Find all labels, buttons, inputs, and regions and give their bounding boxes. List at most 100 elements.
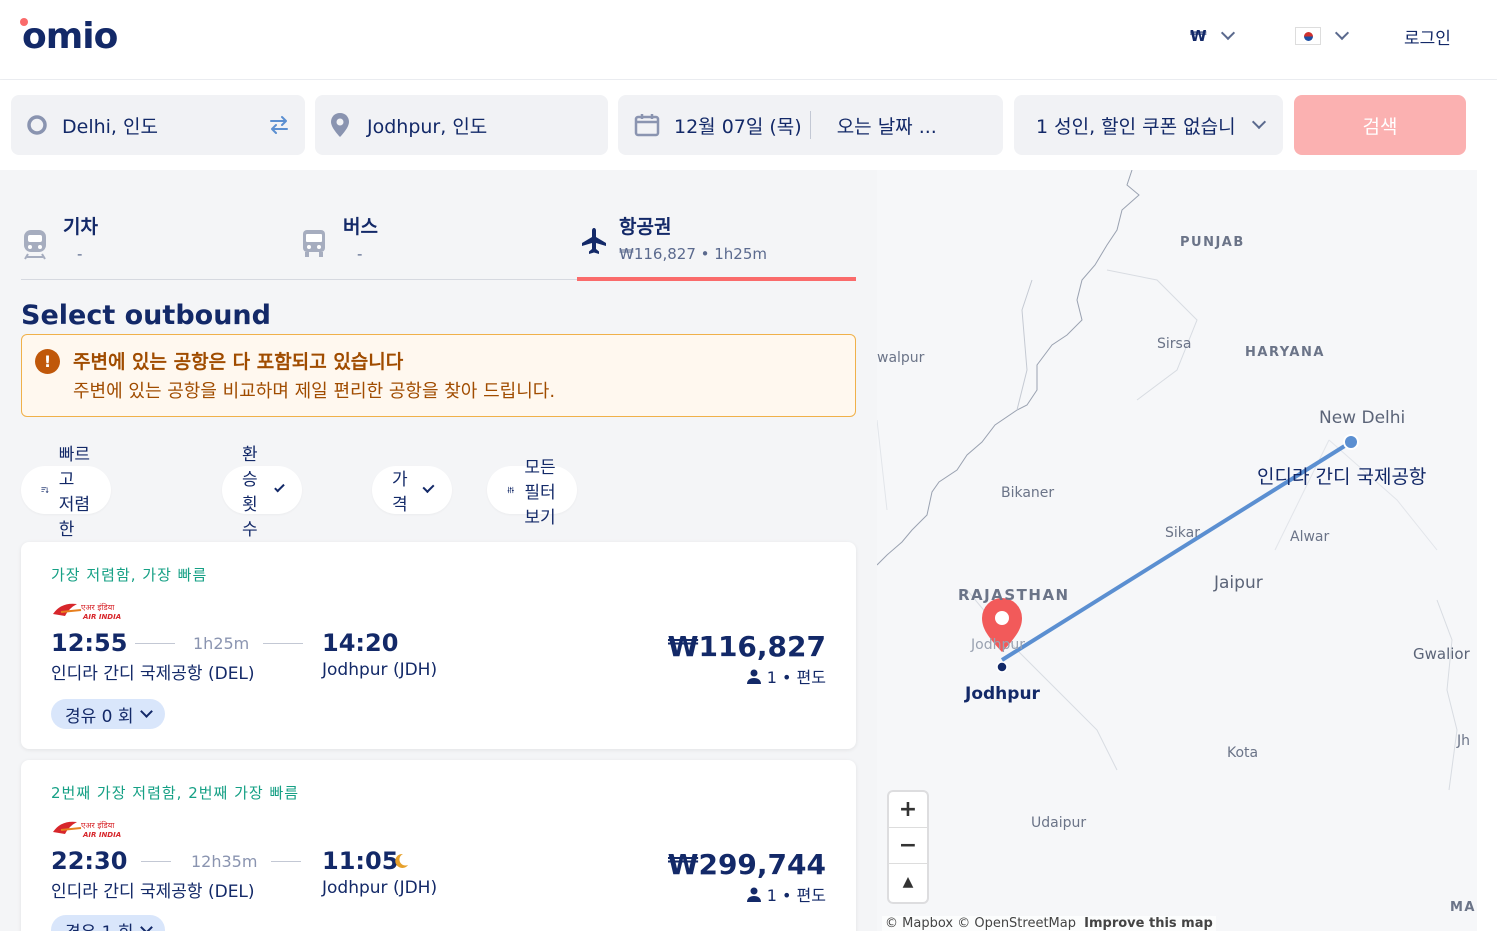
- map-region-label: MA: [1450, 900, 1476, 915]
- all-filters-label: 모든 필터 보기: [524, 457, 556, 528]
- arrive-station: Jodhpur (JDH): [322, 878, 438, 898]
- train-icon: [24, 230, 46, 260]
- alert-icon: !: [35, 349, 60, 374]
- person-icon: [746, 669, 761, 684]
- person-icon: [746, 887, 761, 902]
- currency-selector[interactable]: ₩: [1190, 22, 1235, 50]
- chevron-down-icon: [139, 921, 153, 931]
- zoom-in-button[interactable]: +: [889, 792, 927, 828]
- depart-time: 12:55: [51, 629, 128, 657]
- top-header: omio ₩ 로그인: [0, 0, 1497, 80]
- date-field[interactable]: 12월 07일 (목) 오는 날짜 ...: [618, 95, 1003, 155]
- price-filter-label: 가격: [392, 470, 408, 515]
- kr-flag-icon: [1295, 27, 1321, 45]
- search-button[interactable]: 검색: [1294, 95, 1466, 155]
- language-selector[interactable]: [1295, 22, 1350, 50]
- tab-flights[interactable]: 항공권 ₩116,827 • 1h25m: [577, 212, 856, 278]
- calendar-icon: [634, 114, 660, 137]
- plane-icon: [582, 228, 606, 254]
- tab-bus[interactable]: 버스 -: [301, 212, 561, 278]
- tab-bus-sub: -: [357, 245, 363, 263]
- airport-notice: ! 주변에 있는 공항은 다 포함되고 있습니다 주변에 있는 공항을 비교하며…: [21, 334, 856, 417]
- result-badge: 가장 저렴함, 가장 빠름: [51, 566, 208, 584]
- arrive-time: 14:20: [322, 629, 399, 657]
- transport-tabs: 기차 - 버스 - 항공권 ₩116,827 • 1h25m: [21, 200, 856, 281]
- destination-field[interactable]: Jodhpur, 인도: [315, 95, 608, 155]
- svg-text:AIR INDIA: AIR INDIA: [82, 831, 121, 839]
- depart-station: 인디라 간디 국제공항 (DEL): [51, 664, 255, 684]
- result-price: ₩116,827: [667, 630, 826, 663]
- tab-bus-label: 버스: [343, 216, 378, 238]
- sort-label: 빠르고 저렴한: [58, 445, 90, 540]
- tab-train-sub: -: [77, 245, 83, 263]
- arrive-time: 11:05: [322, 847, 399, 875]
- map-place-label: Jh: [1457, 733, 1471, 749]
- map-attribution: © Mapbox © OpenStreetMap Improve this ma…: [882, 916, 1216, 931]
- destination-value: Jodhpur, 인도: [367, 115, 488, 138]
- location-pin-icon: [331, 113, 349, 137]
- date-divider: [809, 111, 811, 139]
- map-place-label: Udaipur: [1031, 815, 1087, 831]
- map-city-label: Jaipur: [1214, 573, 1263, 593]
- bus-icon: [303, 230, 325, 257]
- zoom-out-button[interactable]: −: [889, 828, 927, 864]
- price-filter-button[interactable]: 가격: [372, 466, 452, 515]
- arrive-station: Jodhpur (JDH): [322, 660, 438, 680]
- chevron-down-icon: [139, 705, 153, 718]
- map-region-label: RAJASTHAN: [958, 586, 1070, 604]
- depart-date[interactable]: 12월 07일 (목): [674, 112, 802, 139]
- tab-flights-sub: ₩116,827 • 1h25m: [619, 245, 767, 263]
- swap-icon[interactable]: [267, 113, 291, 137]
- pax-label: 1 • 편도: [766, 668, 826, 687]
- search-bar: Delhi, 인도 Jodhpur, 인도 12월 07일 (목) 오는 날짜 …: [0, 80, 1497, 170]
- tab-flights-label: 항공권: [619, 216, 672, 238]
- return-date[interactable]: 오는 날짜 ...: [837, 112, 937, 139]
- pax-label: 1 • 편도: [766, 886, 826, 905]
- attribution-text[interactable]: © Mapbox © OpenStreetMap: [885, 916, 1076, 931]
- depart-station: 인디라 간디 국제공항 (DEL): [51, 882, 255, 902]
- moon-icon: [395, 853, 408, 868]
- stops-toggle[interactable]: 경유 1 회: [51, 915, 165, 931]
- origin-circle-icon: [27, 115, 47, 135]
- chevron-down-icon: [274, 481, 285, 493]
- duration-line-left: [141, 861, 171, 862]
- result-card[interactable]: 2번째 가장 저렴함, 2번째 가장 빠름 एअर इंडिया AIR IND…: [21, 760, 856, 931]
- chevron-down-icon: [422, 481, 435, 493]
- passengers-field[interactable]: 1 성인, 할인 쿠폰 없습니: [1014, 95, 1283, 155]
- flight-duration: 12h35m: [191, 852, 258, 871]
- sort-button[interactable]: 빠르고 저렴한: [21, 445, 111, 540]
- notice-text: 주변에 있는 공항을 비교하며 제일 편리한 공항을 찾아 드립니다.: [73, 381, 556, 402]
- passenger-info: 1 • 편도: [746, 882, 826, 906]
- compass-button[interactable]: ▲: [889, 864, 927, 900]
- active-tab-indicator: [577, 277, 856, 281]
- route-map[interactable]: PUNJAB HARYANA RAJASTHAN MA walpur Sirsa…: [877, 170, 1477, 931]
- map-region-label: PUNJAB: [1180, 235, 1245, 250]
- page-scrollbar-track[interactable]: [1477, 170, 1497, 931]
- results-panel: 기차 - 버스 - 항공권 ₩116,827 • 1h25m Select ou…: [0, 170, 877, 931]
- all-filters-button[interactable]: 모든 필터 보기: [487, 458, 577, 528]
- stops-filter-button[interactable]: 환승횟수: [222, 445, 302, 540]
- map-city-label: New Delhi: [1319, 408, 1406, 428]
- destination-city-label: Jodhpur: [965, 684, 1040, 704]
- passenger-info: 1 • 편도: [746, 664, 826, 688]
- chevron-down-icon: [1220, 25, 1235, 41]
- result-price: ₩299,744: [667, 848, 826, 881]
- tab-train[interactable]: 기차 -: [21, 212, 281, 278]
- currency-symbol: ₩: [1190, 27, 1207, 45]
- page-title: Select outbound: [21, 300, 271, 331]
- origin-field[interactable]: Delhi, 인도: [11, 95, 305, 155]
- sliders-icon: [507, 486, 514, 494]
- map-zoom-controls: + − ▲: [889, 792, 927, 902]
- origin-airport-label: 인디라 간디 국제공항: [1257, 466, 1427, 488]
- svg-text:AIR INDIA: AIR INDIA: [82, 613, 121, 621]
- login-link[interactable]: 로그인: [1404, 22, 1451, 50]
- air-india-logo: एअर इंडिया AIR INDIA: [53, 602, 121, 621]
- stops-toggle[interactable]: 경유 0 회: [51, 699, 165, 729]
- map-place-label: Kota: [1227, 745, 1259, 761]
- stops-filter-label: 환승횟수: [242, 445, 258, 540]
- chevron-down-icon: [1334, 25, 1350, 41]
- omio-logo[interactable]: omio: [22, 16, 118, 57]
- improve-map-link[interactable]: Improve this map: [1084, 916, 1213, 931]
- result-card[interactable]: 가장 저렴함, 가장 빠름 एअर इंडिया AIR INDIA 12:55…: [21, 542, 856, 749]
- flight-duration: 1h25m: [193, 634, 250, 653]
